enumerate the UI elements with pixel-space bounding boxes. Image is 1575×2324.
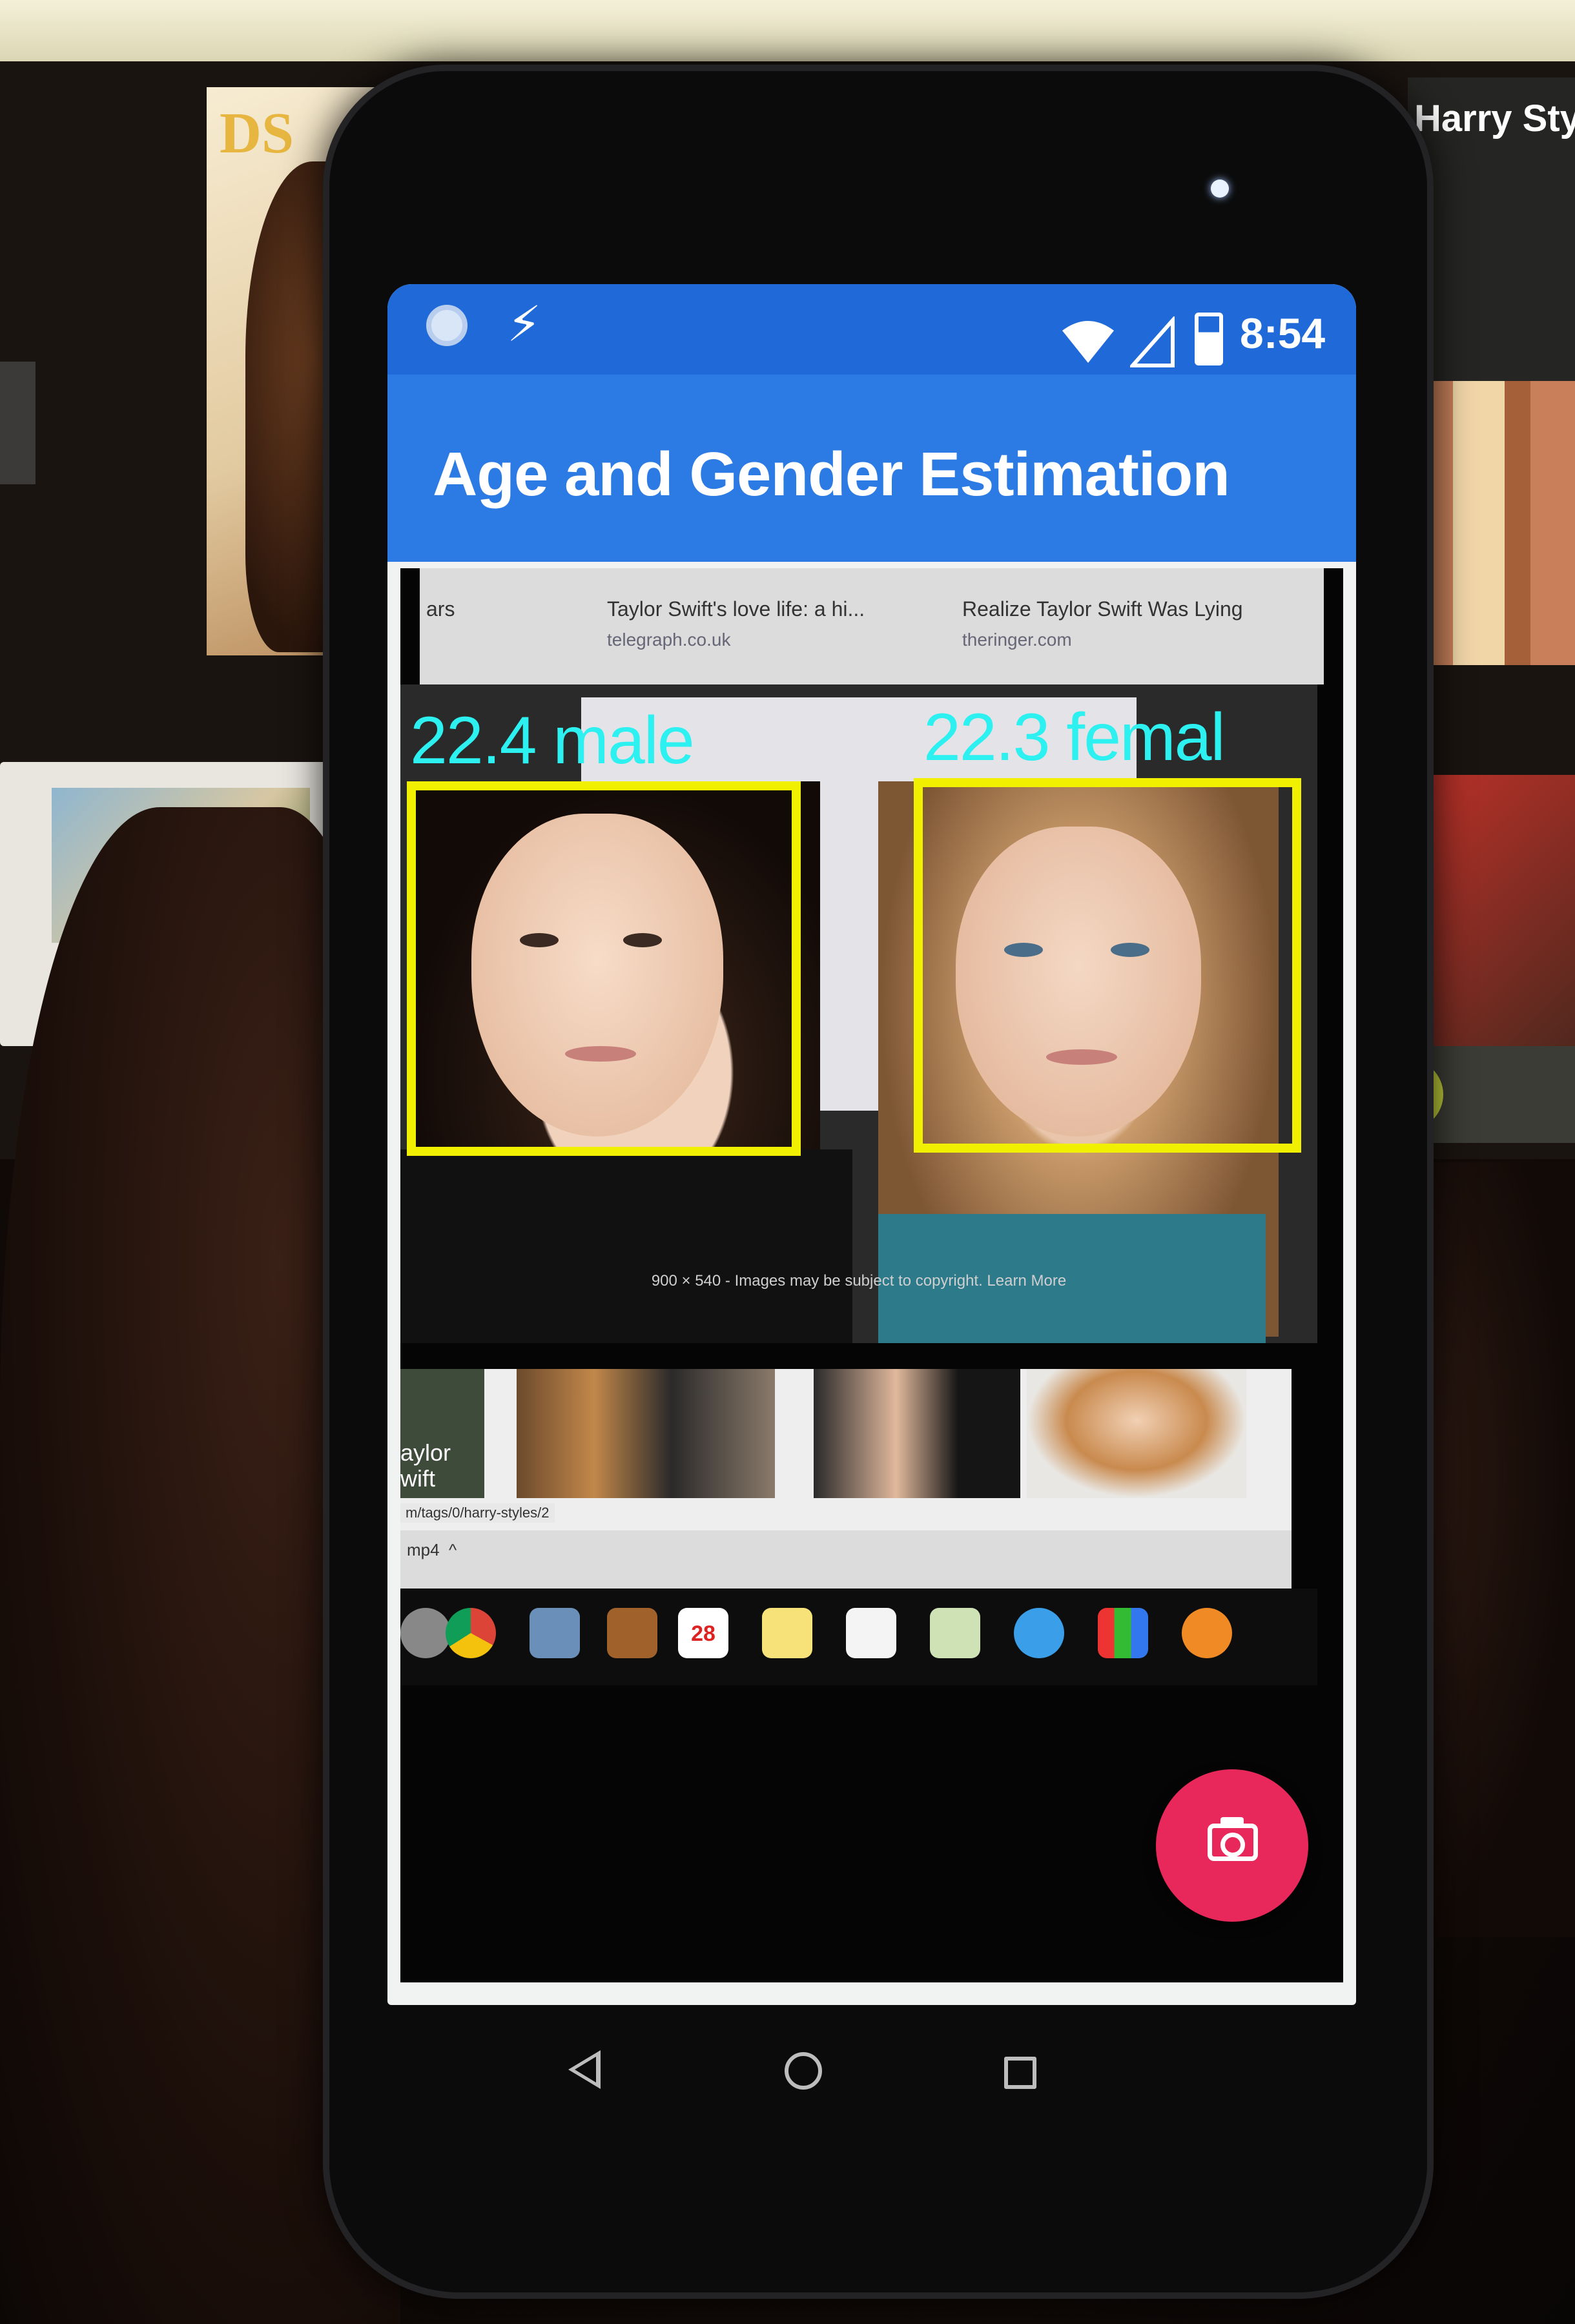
clock: 8:54	[1240, 309, 1326, 357]
safari-icon	[400, 1608, 451, 1658]
detection-label-right: 22.3 femal	[923, 700, 1226, 775]
detection-box-right	[914, 778, 1301, 1153]
messages-icon	[1014, 1608, 1064, 1658]
detection-label-left: 22.4 male	[410, 703, 695, 778]
related-image	[1027, 1369, 1246, 1498]
reminders-icon	[846, 1608, 896, 1658]
back-icon-inner	[575, 2057, 596, 2082]
result-source: theringer.com	[962, 630, 1072, 650]
download-item-label: mp4	[407, 1540, 440, 1559]
calendar-icon: 28	[678, 1608, 728, 1658]
maps-icon	[930, 1608, 980, 1658]
books-icon	[1182, 1608, 1232, 1658]
mail-icon	[530, 1608, 580, 1658]
front-camera	[1211, 180, 1229, 198]
notification-icon	[426, 305, 468, 346]
related-image: aylor wift	[400, 1369, 484, 1498]
search-result-header: ars Taylor Swift's love life: a hi... te…	[420, 568, 1324, 684]
related-image	[517, 1369, 775, 1498]
result-caption: Realize Taylor Swift Was Lying	[962, 597, 1243, 621]
background-arrow	[0, 362, 36, 484]
status-url: m/tags/0/harry-styles/2	[400, 1503, 555, 1523]
camera-icon-lens	[1220, 1833, 1245, 1857]
notes-icon	[762, 1608, 812, 1658]
numbers-icon	[1098, 1608, 1148, 1658]
home-icon[interactable]	[785, 2052, 822, 2090]
result-caption: ars	[426, 597, 455, 621]
usb-icon: ⚡	[507, 295, 542, 353]
wifi-icon	[1062, 321, 1114, 363]
camera-preview[interactable]: ars Taylor Swift's love life: a hi... te…	[400, 568, 1343, 1982]
battery-icon	[1195, 313, 1223, 365]
shirt	[400, 1149, 852, 1343]
app-title: Age and Gender Estimation	[433, 440, 1230, 509]
background-magazine-title: DS	[220, 101, 294, 165]
recent-apps-icon[interactable]	[1004, 2057, 1036, 2089]
status-bar: ⚡ 8:54	[387, 284, 1356, 375]
chevron-up-icon: ^	[449, 1540, 457, 1559]
result-caption: Taylor Swift's love life: a hi...	[607, 597, 865, 621]
signal-icon	[1130, 316, 1175, 367]
download-bar	[400, 1530, 1292, 1589]
result-source: telegraph.co.uk	[607, 630, 731, 650]
copyright-note: 900 × 540 - Images may be subject to cop…	[651, 1272, 1067, 1290]
chrome-icon	[446, 1608, 496, 1658]
app-bar: Age and Gender Estimation	[387, 375, 1356, 562]
related-image	[814, 1369, 1020, 1498]
download-item: mp4 ^	[407, 1540, 457, 1560]
background-monitor-top	[0, 0, 1575, 71]
detection-box-left	[407, 781, 801, 1156]
background-right-title: Harry Style	[1414, 98, 1575, 139]
phone-screen: ⚡ 8:54 Age and Gender Estimation ars Tay…	[387, 284, 1356, 2005]
capture-button[interactable]	[1156, 1769, 1308, 1922]
contacts-icon	[607, 1608, 657, 1658]
